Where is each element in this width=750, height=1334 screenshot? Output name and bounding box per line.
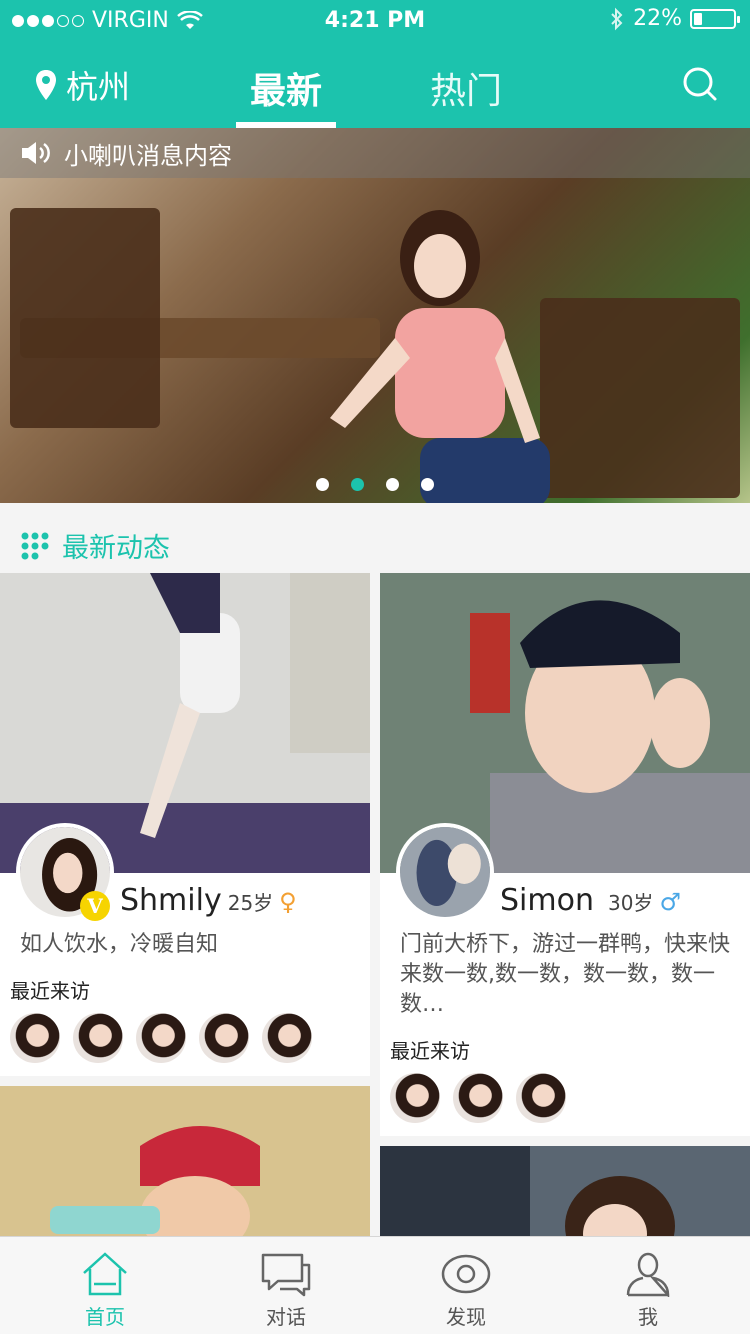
- verified-badge: V: [80, 891, 110, 921]
- announcement-bar[interactable]: 小喇叭消息内容: [0, 128, 750, 178]
- user-name: Shmily: [120, 883, 222, 918]
- tab-discover-label: 发现: [446, 1305, 486, 1329]
- recent-visits-label: 最近来访: [10, 979, 90, 1003]
- feed-card[interactable]: V Shmily 25岁 ♀ 如人饮水，冷暖自知 最近来访: [0, 573, 370, 1076]
- carousel-pager: [0, 478, 750, 491]
- bottom-tab-bar: 首页 对话 发现 我: [0, 1236, 750, 1334]
- tab-chat[interactable]: 对话: [226, 1251, 346, 1330]
- user-profile-icon: [626, 1252, 670, 1297]
- location-pin-icon: [36, 70, 56, 100]
- visitor-avatar[interactable]: [136, 1013, 186, 1063]
- user-name: Simon: [500, 883, 594, 918]
- visitor-avatar[interactable]: [10, 1013, 60, 1063]
- carousel-dot[interactable]: [421, 478, 434, 491]
- feed-card[interactable]: Simon 30岁 ♂ 门前大桥下，游过一群鸭，快来快来数一数,数一数，数一数，数一…: [380, 573, 750, 1136]
- visitor-list: [10, 1013, 312, 1063]
- tab-chat-label: 对话: [266, 1305, 306, 1329]
- header: VIRGIN 4:21 PM 22% 杭州 最新 热门: [0, 0, 750, 128]
- visitor-avatar[interactable]: [199, 1013, 249, 1063]
- user-age: 25岁: [227, 891, 274, 915]
- city-selector[interactable]: 杭州: [34, 62, 130, 108]
- visitor-avatar[interactable]: [390, 1073, 440, 1123]
- user-avatar[interactable]: [396, 823, 494, 921]
- status-bar: VIRGIN 4:21 PM 22%: [0, 0, 750, 40]
- banner-chair: [540, 298, 740, 498]
- feed-card[interactable]: [0, 1086, 370, 1246]
- carousel-dot[interactable]: [386, 478, 399, 491]
- user-age: 30岁: [607, 891, 654, 915]
- visitor-list: [390, 1073, 566, 1123]
- tab-hot[interactable]: 热门: [430, 62, 502, 114]
- announcement-text: 小喇叭消息内容: [64, 141, 232, 170]
- grid-dots-icon: [21, 532, 49, 559]
- tab-latest[interactable]: 最新: [250, 62, 322, 114]
- visitor-avatar[interactable]: [516, 1073, 566, 1123]
- tab-me-label: 我: [638, 1305, 658, 1329]
- city-name: 杭州: [66, 68, 131, 106]
- carousel-dot[interactable]: [351, 478, 364, 491]
- card-photo: [380, 1146, 750, 1246]
- chat-bubbles-icon: [261, 1253, 311, 1297]
- visitor-avatar[interactable]: [453, 1073, 503, 1123]
- visitor-avatar[interactable]: [73, 1013, 123, 1063]
- banner-chair: [10, 208, 160, 428]
- gender-male-icon: ♂: [659, 888, 681, 916]
- top-nav: 杭州 最新 热门: [0, 40, 750, 128]
- tab-me[interactable]: 我: [588, 1251, 708, 1330]
- user-bio: 如人饮水，冷暖自知: [20, 932, 219, 957]
- status-right: 22%: [609, 6, 740, 31]
- bluetooth-icon: [611, 7, 623, 30]
- gender-female-icon: ♀: [279, 888, 297, 916]
- speaker-icon: [22, 142, 50, 164]
- visitor-avatar[interactable]: [262, 1013, 312, 1063]
- tab-home[interactable]: 首页: [45, 1251, 165, 1330]
- user-name-row: Simon 30岁 ♂: [500, 883, 681, 918]
- carousel-dot[interactable]: [316, 478, 329, 491]
- section-header: 最新动态: [20, 526, 170, 565]
- recent-visits-label: 最近来访: [390, 1039, 470, 1063]
- card-photo: [0, 1086, 370, 1246]
- tab-home-label: 首页: [85, 1305, 125, 1329]
- banner-photo: [330, 210, 550, 503]
- battery-percent: 22%: [633, 6, 682, 31]
- eye-icon: [441, 1254, 491, 1294]
- user-bio: 门前大桥下，游过一群鸭，快来快来数一数,数一数，数一数，数一数…: [400, 932, 731, 1017]
- search-icon[interactable]: [682, 66, 718, 102]
- banner-carousel[interactable]: 小喇叭消息内容: [0, 128, 750, 503]
- battery-icon: [690, 8, 740, 29]
- section-title: 最新动态: [62, 533, 170, 564]
- home-icon: [83, 1252, 127, 1296]
- user-name-row: Shmily 25岁 ♀: [120, 883, 297, 918]
- tab-discover[interactable]: 发现: [406, 1251, 526, 1330]
- feed-card[interactable]: [380, 1146, 750, 1246]
